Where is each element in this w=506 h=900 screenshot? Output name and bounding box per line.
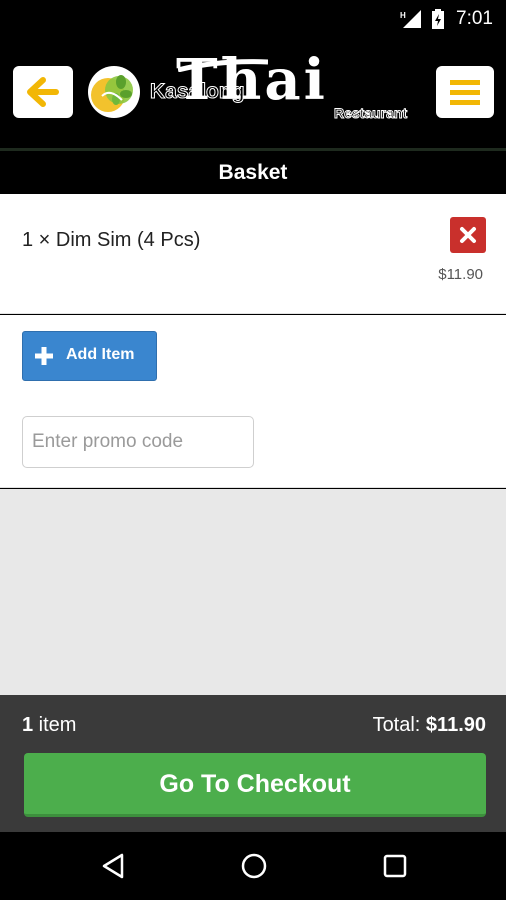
recents-square-icon[interactable]: [381, 852, 409, 880]
svg-text:H: H: [400, 11, 406, 20]
basket-item-price: $11.90: [438, 266, 483, 283]
back-button[interactable]: [13, 66, 73, 118]
status-bar: H 7:01: [0, 0, 506, 38]
empty-content-area: [0, 489, 506, 695]
menu-button[interactable]: [436, 66, 494, 118]
logo-subtitle: Restaurant: [333, 105, 408, 122]
page-title: Basket: [218, 161, 288, 184]
basket-item-name: 1 × Dim Sim (4 Pcs): [22, 229, 201, 251]
logo-emblem: [88, 66, 140, 118]
basket-actions: Add Item: [0, 315, 506, 488]
app-header: Kasalong Thai Restaurant: [0, 38, 506, 148]
back-triangle-icon[interactable]: [100, 852, 128, 880]
item-count: 1 item: [22, 714, 77, 736]
promo-code-input[interactable]: [22, 416, 254, 468]
basket-list: 1 × Dim Sim (4 Pcs) $11.90: [0, 194, 506, 314]
checkout-button[interactable]: Go To Checkout: [24, 753, 486, 817]
signal-icon: H: [400, 10, 421, 28]
page-title-bar: Basket: [0, 151, 506, 194]
status-time: 7:01: [456, 8, 493, 29]
plus-icon: [35, 347, 53, 365]
system-nav-bar: [0, 832, 506, 900]
battery-charging-icon: [432, 9, 444, 29]
home-circle-icon[interactable]: [240, 852, 268, 880]
remove-item-button[interactable]: [450, 217, 486, 253]
arrow-left-icon: [27, 77, 59, 107]
basket-summary: 1 item Total: $11.90 Go To Checkout: [0, 695, 506, 832]
add-item-label: Add Item: [66, 346, 135, 363]
basket-total: Total: $11.90: [372, 714, 486, 736]
logo-wordmark: Thai: [176, 47, 328, 113]
add-item-button[interactable]: Add Item: [22, 331, 157, 381]
close-icon: [460, 227, 476, 243]
